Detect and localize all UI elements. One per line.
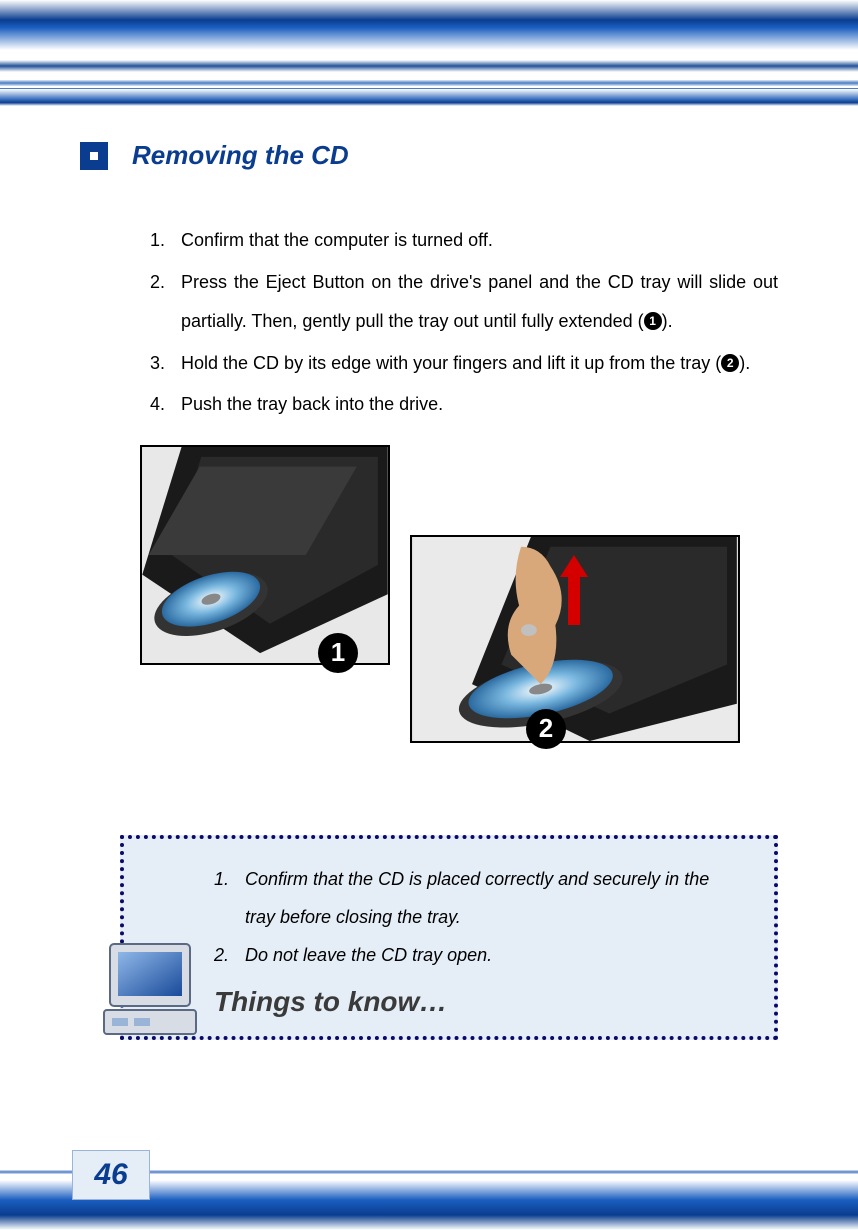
callout-item-number: 1. [214,861,229,937]
callout-item-text: Do not leave the CD tray open. [245,937,492,975]
step-number: 2. [150,263,165,342]
laptop-cd-tray-icon [142,447,388,663]
callout-list: 1. Confirm that the CD is placed correct… [214,861,744,974]
callout-item: 2. Do not leave the CD tray open. [214,937,744,975]
step-item: 2. Press the Eject Button on the drive's… [150,263,778,342]
step-number: 3. [150,344,165,384]
image-number-badge: 1 [318,633,358,673]
step-item: 1. Confirm that the computer is turned o… [150,221,778,261]
step-text: Push the tray back into the drive. [181,385,778,425]
step-item: 4. Push the tray back into the drive. [150,385,778,425]
callout-item-number: 2. [214,937,229,975]
step-text: Press the Eject Button on the drive's pa… [181,263,778,342]
step-text: Confirm that the computer is turned off. [181,221,778,261]
section-heading-row: Removing the CD [80,140,778,171]
illustration-area: 1 2 [140,445,778,765]
header-decorative-bands [0,0,858,106]
step-item: 3. Hold the CD by its edge with your fin… [150,344,778,384]
step-number: 4. [150,385,165,425]
page-content: Removing the CD 1. Confirm that the comp… [80,140,778,1040]
illustration-photo-1 [140,445,390,665]
section-heading: Removing the CD [132,140,349,171]
step-text: Hold the CD by its edge with your finger… [181,344,778,384]
callout-item-text: Confirm that the CD is placed correctly … [245,861,744,937]
page-number: 46 [72,1150,150,1200]
reference-marker-icon: 2 [721,354,739,372]
instruction-steps: 1. Confirm that the computer is turned o… [150,221,778,425]
arrow-up-icon [560,555,588,625]
reference-marker-icon: 1 [644,312,662,330]
illustration-photo-2 [410,535,740,743]
callout-title: Things to know… [214,986,744,1018]
things-to-know-callout: 1. Confirm that the CD is placed correct… [120,835,778,1040]
square-bullet-icon [80,142,108,170]
computer-monitor-icon [98,940,206,1040]
callout-item: 1. Confirm that the CD is placed correct… [214,861,744,937]
step-number: 1. [150,221,165,261]
image-number-badge: 2 [526,709,566,749]
